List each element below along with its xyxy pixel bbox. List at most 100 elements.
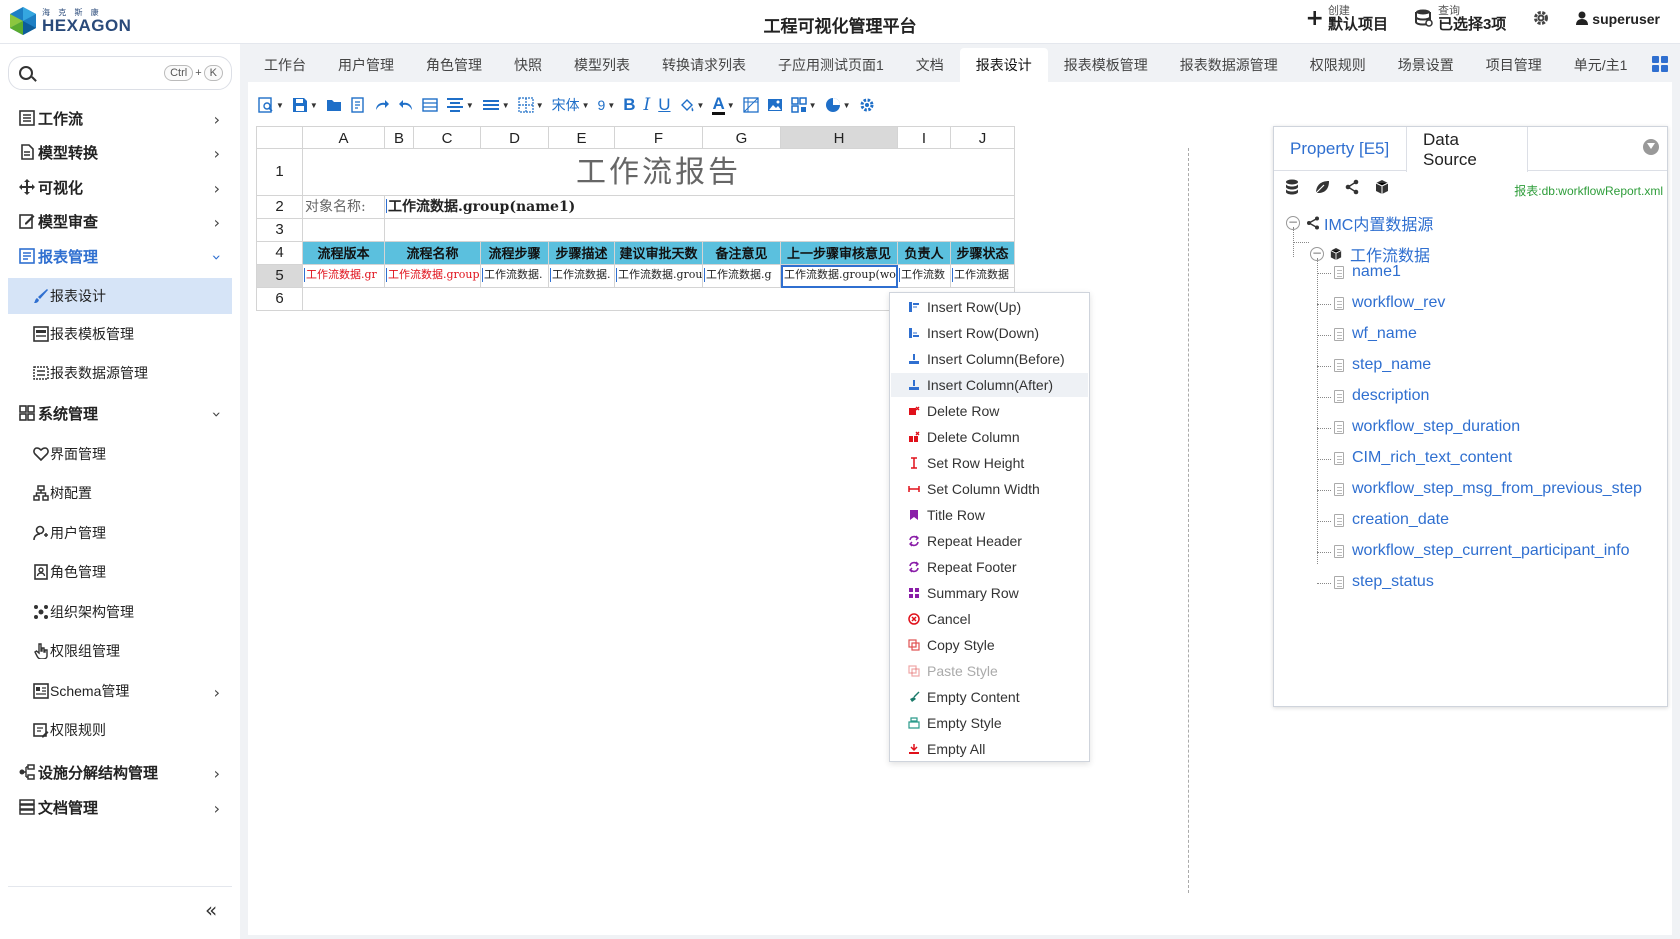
tree-node-field[interactable]: step_name <box>1334 356 1431 374</box>
column-title-cell[interactable]: 上一步骤审核意见 <box>781 242 898 265</box>
sidebar-item-visualization[interactable]: 可视化 › <box>8 169 232 205</box>
context-menu-item[interactable]: Repeat Footer <box>891 555 1088 579</box>
save-button[interactable]: ▼ <box>292 94 318 116</box>
data-field-cell[interactable]: 工作流数据.group(wo <box>781 265 898 288</box>
column-header[interactable]: D <box>481 126 549 149</box>
data-field-cell[interactable]: 工作流数据.grou <box>615 265 703 288</box>
insert-image-button[interactable] <box>767 94 783 116</box>
tab-item[interactable]: 权限规则 <box>1294 48 1382 82</box>
row-header[interactable]: 2 <box>256 196 303 219</box>
tab-item[interactable]: 转换请求列表 <box>646 48 762 82</box>
tab-item[interactable]: 报表数据源管理 <box>1164 48 1294 82</box>
sidebar-item-ui-management[interactable]: 界面管理 <box>8 436 232 472</box>
gear-icon[interactable] <box>1532 9 1550 30</box>
tab-item[interactable]: 模型列表 <box>558 48 646 82</box>
leaf-icon[interactable] <box>1314 179 1330 195</box>
borders-button[interactable]: ▼ <box>518 94 544 116</box>
sidebar-item-tree-config[interactable]: 树配置 <box>8 475 232 511</box>
column-title-cell[interactable]: 步骤描述 <box>549 242 615 265</box>
query-button[interactable]: 查询 已选择3项 <box>1414 6 1506 32</box>
sidebar-item-org-structure[interactable]: 组织架构管理 <box>8 594 232 630</box>
object-value-cell[interactable]: 工作流数据.group(name1) <box>385 196 1015 219</box>
hexagon-logo[interactable]: 海 克 斯 康 HEXAGON <box>8 6 131 36</box>
column-header[interactable]: A <box>303 126 385 149</box>
cube-icon[interactable] <box>1374 179 1390 195</box>
context-menu-item[interactable]: Set Column Width <box>891 477 1088 501</box>
data-field-cell[interactable]: 工作流数据.gr <box>303 265 385 288</box>
sidebar-item-user-management[interactable]: 用户管理 <box>8 515 232 551</box>
undo-button[interactable] <box>398 94 414 116</box>
clear-format-button[interactable] <box>743 94 759 116</box>
context-menu-item[interactable]: Set Row Height <box>891 451 1088 475</box>
sidebar-item-permission-group[interactable]: 权限组管理 <box>8 633 232 669</box>
tab-item[interactable]: 快照 <box>498 48 558 82</box>
context-menu-item[interactable]: Delete Column <box>891 425 1088 449</box>
column-header[interactable]: H <box>781 126 898 149</box>
tab-item[interactable]: 工作台 <box>248 48 322 82</box>
sidebar-item-workflow[interactable]: 工作流 › <box>8 100 232 136</box>
column-title-cell[interactable]: 步骤状态 <box>951 242 1015 265</box>
sidebar-item-system-management[interactable]: 系统管理 › <box>8 395 232 431</box>
sidebar-item-schema-management[interactable]: Schema管理 › <box>8 673 232 709</box>
column-title-cell[interactable]: 建议审批天数 <box>615 242 703 265</box>
tree-node-field[interactable]: description <box>1334 387 1429 405</box>
context-menu-item[interactable]: Insert Row(Down) <box>891 321 1088 345</box>
column-title-cell[interactable]: 流程步骤 <box>481 242 549 265</box>
bold-button[interactable]: B <box>623 94 635 116</box>
import-button[interactable] <box>350 94 366 116</box>
tab-item[interactable]: 报表设计 <box>959 48 1048 82</box>
valign-button[interactable]: ▼ <box>482 94 510 116</box>
context-menu-item[interactable]: Summary Row <box>891 581 1088 605</box>
tree-node-field[interactable]: wf_name <box>1334 325 1417 343</box>
context-menu-item[interactable]: Insert Column(After) <box>891 373 1088 397</box>
sidebar-item-report-datasource[interactable]: 报表数据源管理 <box>8 355 232 391</box>
row-header[interactable]: 5 <box>256 265 303 288</box>
row-header[interactable]: 1 <box>256 149 303 196</box>
tree-node-field[interactable]: workflow_step_msg_from_previous_step <box>1334 480 1642 498</box>
column-header[interactable]: B <box>385 126 414 149</box>
sidebar-item-model-convert[interactable]: 模型转换 › <box>8 134 232 170</box>
sidebar-item-facility-breakdown[interactable]: 设施分解结构管理 › <box>8 754 232 790</box>
data-field-cell[interactable]: 工作流数据.g <box>703 265 781 288</box>
tree-node-field[interactable]: creation_date <box>1334 511 1449 529</box>
tab-item[interactable]: 场景设置 <box>1382 48 1470 82</box>
context-menu-item[interactable]: Empty Content <box>891 685 1088 709</box>
data-field-cell[interactable]: 工作流数据. <box>549 265 615 288</box>
barcode-button[interactable]: ▼ <box>790 94 817 116</box>
report-title-cell[interactable]: 工作流报告 <box>303 149 1015 196</box>
tabs-grid-menu-icon[interactable] <box>1652 56 1668 72</box>
column-header[interactable]: I <box>898 126 951 149</box>
tree-node-field[interactable]: CIM_rich_text_content <box>1334 449 1512 467</box>
tab-item[interactable]: 单元/主1 <box>1558 48 1644 82</box>
context-menu-item[interactable]: Empty All <box>891 737 1088 761</box>
object-label-cell[interactable]: 对象名称: <box>303 196 385 219</box>
sidebar-item-document-management[interactable]: 文档管理 › <box>8 789 232 825</box>
tree-node-field[interactable]: workflow_step_duration <box>1334 418 1520 436</box>
preview-button[interactable]: ▼ <box>258 94 284 116</box>
column-header[interactable]: F <box>615 126 703 149</box>
tab-item[interactable]: 子应用测试页面1 <box>762 48 900 82</box>
row-header[interactable]: 6 <box>256 288 303 311</box>
data-field-cell[interactable]: 工作流数据.group <box>385 265 481 288</box>
context-menu-item[interactable]: Title Row <box>891 503 1088 527</box>
redo-button[interactable] <box>374 94 390 116</box>
tab-item[interactable]: 报表模板管理 <box>1048 48 1164 82</box>
sidebar-item-role-management[interactable]: 角色管理 <box>8 554 232 590</box>
tab-data-source[interactable]: Data Source <box>1406 127 1528 172</box>
tab-item[interactable]: 用户管理 <box>322 48 410 82</box>
tree-node-root[interactable]: − IMC内置数据源 <box>1286 211 1433 235</box>
data-field-cell[interactable]: 工作流数据 <box>951 265 1015 288</box>
settings-button[interactable] <box>859 94 875 116</box>
column-header[interactable]: J <box>951 126 1015 149</box>
context-menu-item[interactable]: Repeat Header <box>891 529 1088 553</box>
empty-cell[interactable] <box>303 219 385 242</box>
tab-property[interactable]: Property [E5] <box>1274 127 1405 171</box>
font-color-button[interactable]: A ▼ <box>712 94 735 116</box>
column-header[interactable]: C <box>414 126 481 149</box>
context-menu-item[interactable]: Copy Style <box>891 633 1088 657</box>
sidebar-item-report-management[interactable]: 报表管理 › <box>8 238 232 274</box>
column-title-cell[interactable]: 负责人 <box>898 242 951 265</box>
context-menu-item[interactable]: Cancel <box>891 607 1088 631</box>
italic-button[interactable]: I <box>644 94 651 116</box>
sidebar-item-permission-rules[interactable]: 权限规则 <box>8 712 232 748</box>
